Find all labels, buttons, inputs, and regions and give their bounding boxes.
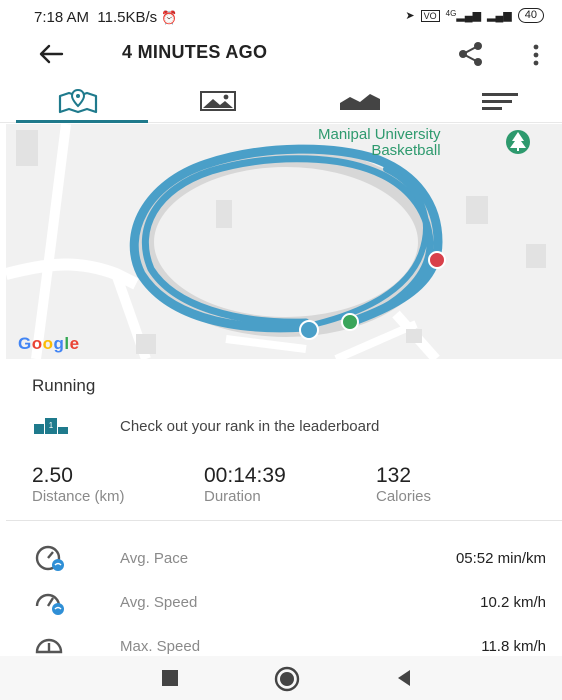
avg-pace-value: 05:52 min/km	[455, 550, 546, 567]
signal-icon: 4G▂▄▆	[445, 9, 482, 22]
back-triangle-icon	[398, 670, 410, 686]
route-map[interactable]	[6, 124, 562, 359]
start-marker	[341, 313, 359, 331]
alarm-icon: ⏰	[161, 10, 178, 25]
signal-icon-2: ▂▄▆	[487, 10, 512, 22]
metric-row-avg-pace: Avg. Pace 05:52 min/km	[0, 540, 562, 576]
map-canvas	[6, 124, 546, 359]
end-marker	[428, 251, 446, 269]
map-pin-icon	[58, 88, 98, 114]
activity-type: Running	[32, 376, 96, 395]
tab-charts[interactable]	[290, 80, 430, 122]
duration-value: 00:14:39	[204, 464, 286, 487]
pace-gauge-icon	[35, 545, 64, 571]
list-icon	[482, 93, 518, 110]
calories-value: 132	[376, 464, 412, 487]
status-bar: 7:18 AM 11.5KB/s ⏰ ➤ VO 4G▂▄▆ ▂▄▆ 40	[0, 0, 562, 34]
max-speed-label: Max. Speed	[120, 638, 201, 655]
battery-icon: 40	[517, 8, 544, 23]
google-logo: Google	[18, 334, 80, 353]
back-nav-button[interactable]	[394, 668, 414, 688]
tab-photos[interactable]	[148, 80, 288, 122]
avg-pace-label: Avg. Pace	[120, 550, 189, 567]
back-arrow-icon	[39, 44, 64, 64]
current-position-marker	[299, 320, 319, 340]
distance-value: 2.50	[32, 464, 73, 487]
more-options-button[interactable]	[528, 42, 544, 68]
image-icon	[200, 91, 236, 111]
volte-icon: VO	[420, 9, 440, 22]
more-vert-icon	[533, 44, 539, 66]
system-nav-bar	[0, 656, 562, 700]
metric-row-avg-speed: Avg. Speed 10.2 km/h	[0, 584, 562, 620]
share-icon	[459, 42, 482, 66]
avg-speed-label: Avg. Speed	[120, 594, 198, 611]
podium-icon: 1	[34, 418, 68, 434]
calories-label: Calories	[376, 488, 432, 505]
distance-label: Distance (km)	[32, 488, 125, 505]
svg-text:1: 1	[49, 421, 54, 430]
chart-icon	[339, 91, 381, 110]
leaderboard-row[interactable]: 1 Check out your rank in the leaderboard	[0, 408, 562, 444]
avg-speed-value: 10.2 km/h	[480, 594, 546, 611]
tab-map[interactable]	[8, 80, 148, 123]
max-speed-value: 11.8 km/h	[481, 638, 546, 655]
divider	[6, 520, 562, 521]
leaderboard-text: Check out your rank in the leaderboard	[120, 418, 380, 435]
tree-pin-icon	[506, 130, 530, 154]
share-button[interactable]	[456, 40, 488, 68]
duration-label: Duration	[204, 488, 261, 505]
map-poi-label: Manipal University Basketball	[318, 126, 441, 159]
tab-details[interactable]	[430, 80, 562, 122]
tab-bar	[0, 80, 562, 123]
location-icon: ➤	[405, 10, 415, 22]
status-time: 7:18 AM 11.5KB/s ⏰	[34, 9, 178, 26]
home-button[interactable]	[274, 666, 300, 692]
back-button[interactable]	[36, 40, 68, 68]
speedometer-icon	[35, 593, 64, 615]
home-circle-icon	[274, 666, 300, 692]
recents-button[interactable]	[162, 670, 178, 686]
page-title: 4 MINUTES AGO	[122, 42, 268, 62]
status-icons: ➤ VO 4G▂▄▆ ▂▄▆ 40	[405, 8, 544, 23]
